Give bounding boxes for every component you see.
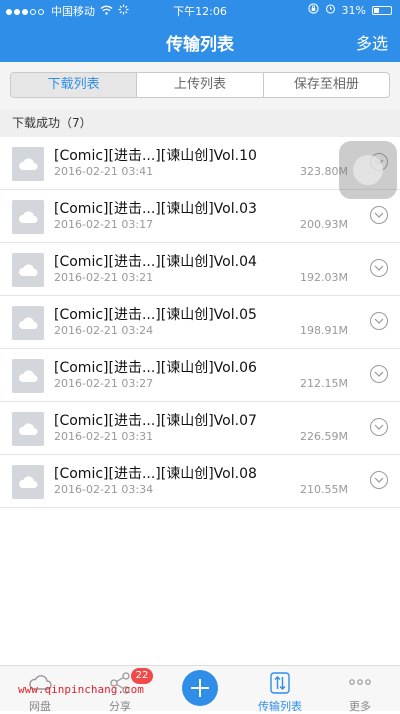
chevron-down-icon [374,371,384,377]
file-name: [Comic][进击...][谏山创]Vol.06 [54,360,257,376]
battery-label: 31% [341,3,366,17]
file-name: [Comic][进击...][谏山创]Vol.05 [54,307,257,323]
file-thumbnail [12,465,44,499]
file-row[interactable]: [Comic][进击...][谏山创]Vol.04 2016-02-21 03:2… [0,243,400,296]
file-name: [Comic][进击...][谏山创]Vol.03 [54,201,257,217]
segment-bar: 下载列表 上传列表 保存至相册 [0,62,400,110]
share-badge: 22 [131,668,153,684]
file-name: [Comic][进击...][谏山创]Vol.04 [54,254,257,270]
expand-button[interactable] [370,312,388,330]
cloud-file-icon [19,423,38,435]
add-button[interactable] [182,670,218,706]
chevron-down-icon [374,424,384,430]
tab-more-label: 更多 [349,700,371,713]
cloud-file-icon [19,264,38,276]
file-size: 212.15M [300,377,348,390]
multi-select-button[interactable]: 多选 [356,30,388,54]
file-size: 198.91M [300,324,348,337]
transfer-icon [268,672,292,697]
nav-bar: 传输列表 多选 [0,20,400,62]
section-header: 下载成功（7） [0,110,400,137]
chevron-down-icon [374,212,384,218]
file-thumbnail [12,147,44,181]
file-name: [Comic][进击...][谏山创]Vol.10 [54,148,257,164]
expand-button[interactable] [370,418,388,436]
file-size: 226.59M [300,430,348,443]
expand-button[interactable] [370,471,388,489]
page-title: 传输列表 [166,35,234,55]
tab-download-list[interactable]: 下载列表 [11,73,137,97]
file-date: 2016-02-21 03:27 [54,377,154,390]
file-name: [Comic][进击...][谏山创]Vol.08 [54,466,257,482]
alarm-icon [325,3,336,17]
cloud-file-icon [19,211,38,223]
tab-more[interactable]: 更多 [320,666,400,713]
more-icon [348,672,372,695]
file-date: 2016-02-21 03:41 [54,165,154,178]
file-thumbnail [12,200,44,234]
assistive-touch-button[interactable] [339,141,397,199]
file-row[interactable]: [Comic][进击...][谏山创]Vol.07 2016-02-21 03:3… [0,402,400,455]
file-thumbnail [12,306,44,340]
expand-button[interactable] [370,365,388,383]
file-name: [Comic][进击...][谏山创]Vol.07 [54,413,257,429]
file-row[interactable]: [Comic][进击...][谏山创]Vol.05 2016-02-21 03:2… [0,296,400,349]
segmented-control: 下载列表 上传列表 保存至相册 [10,72,390,98]
plus-icon-vertical [199,679,201,697]
file-thumbnail [12,253,44,287]
tab-save-to-album[interactable]: 保存至相册 [262,73,389,97]
status-right: 31% [307,3,392,17]
watermark: www.qinpinchang.com [18,683,144,696]
file-date: 2016-02-21 03:17 [54,218,154,231]
chevron-down-icon [374,318,384,324]
tab-cloud-disk-label: 网盘 [29,700,51,713]
file-date: 2016-02-21 03:34 [54,483,154,496]
chevron-down-icon [374,477,384,483]
file-date: 2016-02-21 03:31 [54,430,154,443]
cloud-file-icon [19,476,38,488]
file-thumbnail [12,359,44,393]
file-date: 2016-02-21 03:24 [54,324,154,337]
rotation-lock-icon [307,3,319,17]
expand-button[interactable] [370,206,388,224]
tab-transfer-list-label: 传输列表 [258,700,302,713]
tab-transfer-list[interactable]: 传输列表 [240,666,320,713]
cloud-file-icon [19,370,38,382]
file-row[interactable]: [Comic][进击...][谏山创]Vol.06 2016-02-21 03:2… [0,349,400,402]
assistive-touch-ring [353,155,383,185]
file-date: 2016-02-21 03:21 [54,271,154,284]
chevron-down-icon [374,265,384,271]
file-size: 192.03M [300,271,348,284]
file-size: 210.55M [300,483,348,496]
tab-share-label: 分享 [109,700,131,713]
file-row[interactable]: [Comic][进击...][谏山创]Vol.08 2016-02-21 03:3… [0,455,400,508]
tab-upload-list[interactable]: 上传列表 [136,73,262,97]
file-thumbnail [12,412,44,446]
cloud-file-icon [19,317,38,329]
expand-button[interactable] [370,259,388,277]
file-size: 200.93M [300,218,348,231]
file-row[interactable]: [Comic][进击...][谏山创]Vol.03 2016-02-21 03:1… [0,190,400,243]
cloud-file-icon [19,158,38,170]
status-bar: 中国移动 下午12:06 31% [0,0,400,20]
battery-icon [372,5,392,15]
